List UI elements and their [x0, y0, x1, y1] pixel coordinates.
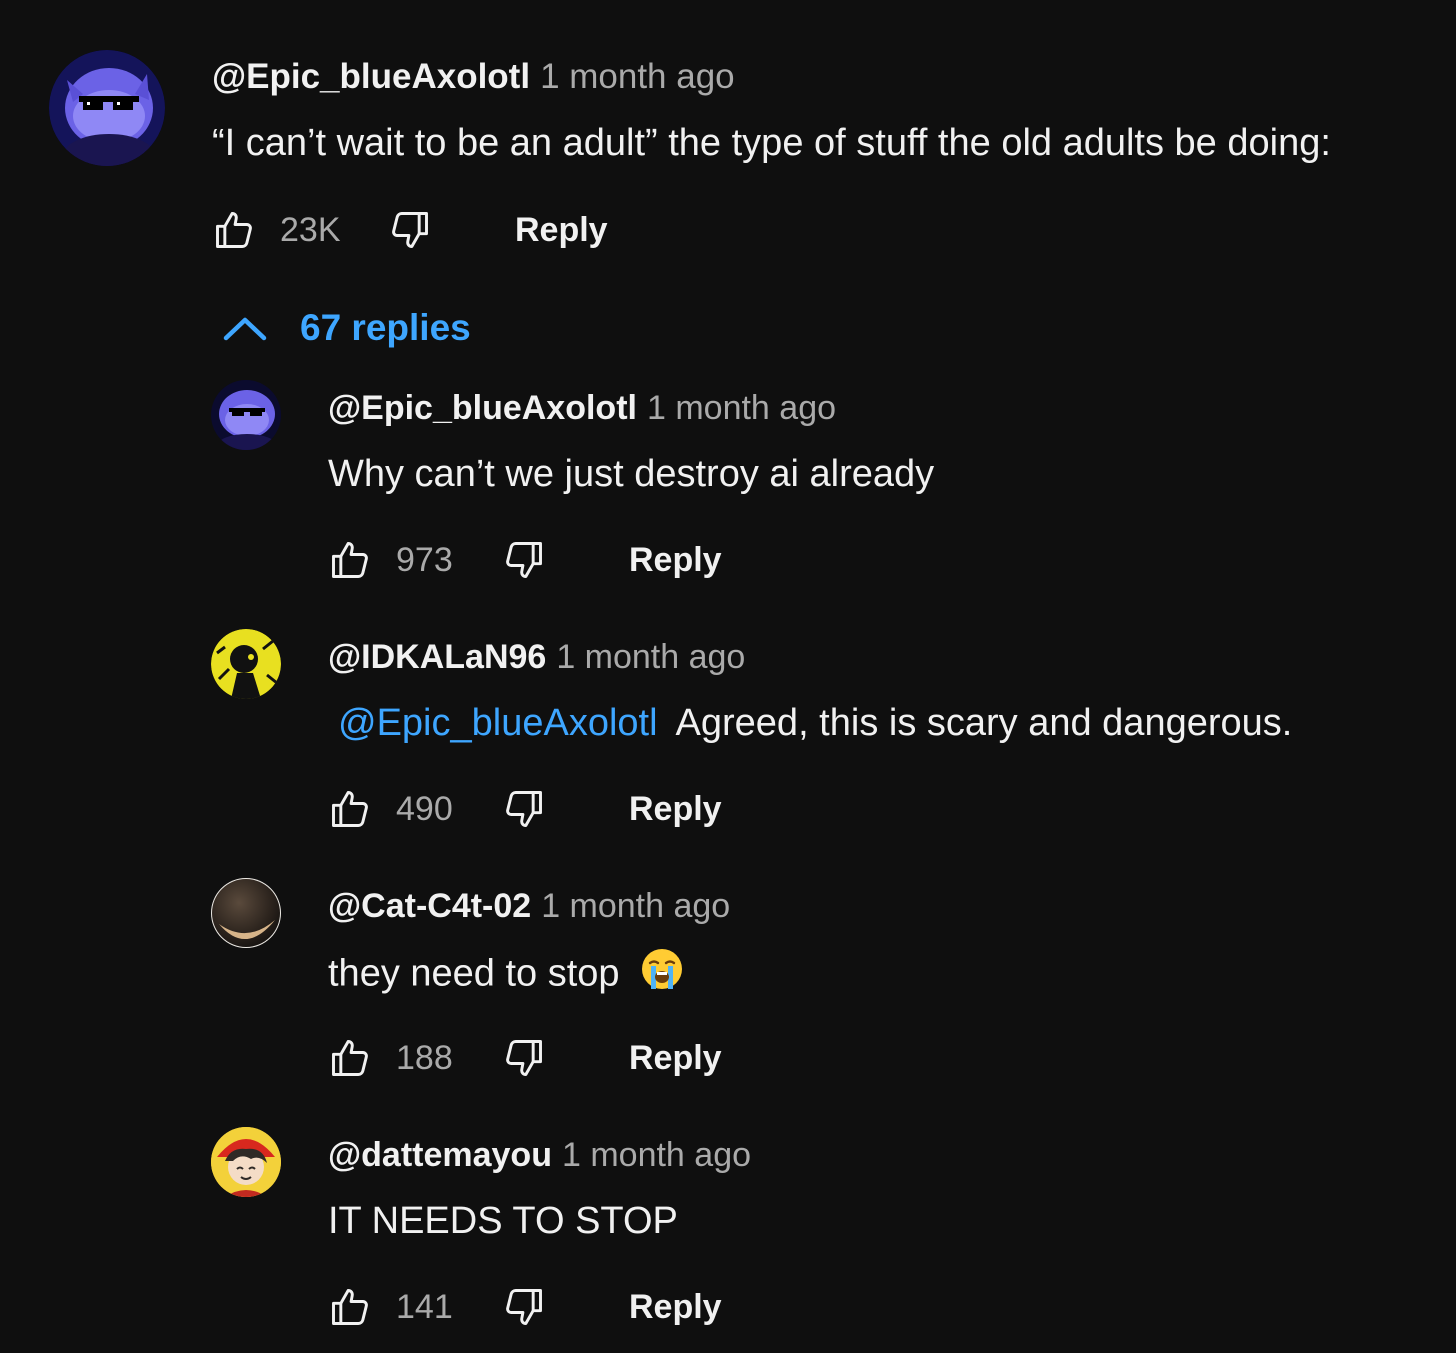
like-button[interactable]	[328, 1282, 372, 1332]
reply-timestamp[interactable]: 1 month ago	[541, 887, 730, 925]
reply-author[interactable]: @Cat-C4t-02	[328, 887, 531, 925]
reply-header: @IDKALaN96 1 month ago	[328, 634, 745, 680]
like-button[interactable]	[328, 535, 372, 585]
dislike-button[interactable]	[502, 784, 546, 834]
thumbs-down-icon	[506, 791, 542, 827]
dislike-button[interactable]	[388, 205, 432, 255]
like-button[interactable]	[212, 205, 256, 255]
thumbs-up-icon	[332, 1289, 368, 1325]
comment-author[interactable]: @Epic_blueAxolotl	[212, 57, 530, 96]
reply-timestamp[interactable]: 1 month ago	[556, 638, 745, 676]
avatar-idkalan96[interactable]	[211, 629, 281, 699]
reply-header: @Epic_blueAxolotl 1 month ago	[328, 385, 836, 431]
reply-text-line: @Epic_blueAxolotl Agreed, this is scary a…	[328, 698, 1292, 748]
avatar-cat-c4t-02[interactable]	[211, 878, 281, 948]
avatar-dattemayou[interactable]	[211, 1127, 281, 1197]
reply-author[interactable]: @dattemayou	[328, 1136, 552, 1174]
reply-button[interactable]: Reply	[629, 784, 722, 834]
thumbs-up-icon	[332, 1040, 368, 1076]
avatar-epic-blueaxolotl[interactable]	[211, 380, 281, 450]
thumbs-down-icon	[506, 1289, 542, 1325]
reply-timestamp[interactable]: 1 month ago	[562, 1136, 751, 1174]
chevron-up-icon	[223, 317, 267, 341]
like-count: 973	[396, 540, 453, 579]
reply-button[interactable]: Reply	[515, 205, 608, 255]
reply-author[interactable]: @IDKALaN96	[328, 638, 546, 676]
thumbs-down-icon	[506, 1040, 542, 1076]
dislike-button[interactable]	[502, 1033, 546, 1083]
replies-count-label: 67 replies	[300, 307, 471, 348]
reply-button[interactable]: Reply	[629, 1033, 722, 1083]
thumbs-up-icon	[332, 542, 368, 578]
reply-header: @dattemayou 1 month ago	[328, 1132, 751, 1178]
reply-text: Why can’t we just destroy ai already	[328, 453, 935, 495]
reply-text: IT NEEDS TO STOP	[328, 1200, 678, 1242]
comment-header: @Epic_blueAxolotl 1 month ago	[212, 54, 735, 100]
reply-author[interactable]: @Epic_blueAxolotl	[328, 389, 637, 427]
comment-timestamp[interactable]: 1 month ago	[540, 57, 735, 96]
thumbs-up-icon	[332, 791, 368, 827]
loudly-crying-face-icon	[640, 947, 684, 1004]
replies-toggle-button[interactable]: 67 replies	[222, 300, 471, 356]
thumbs-down-icon	[392, 212, 428, 248]
thumbs-down-icon	[506, 542, 542, 578]
like-count: 490	[396, 789, 453, 828]
reply-text: Agreed, this is scary and dangerous.	[675, 702, 1293, 744]
dislike-button[interactable]	[502, 535, 546, 585]
reply-text-line: they need to stop	[328, 947, 684, 1004]
reply-timestamp[interactable]: 1 month ago	[647, 389, 836, 427]
reply-button[interactable]: Reply	[629, 1282, 722, 1332]
like-count: 141	[396, 1287, 453, 1326]
avatar-epic-blueaxolotl[interactable]	[49, 50, 165, 166]
like-button[interactable]	[328, 784, 372, 834]
reply-button[interactable]: Reply	[629, 535, 722, 585]
reply-header: @Cat-C4t-02 1 month ago	[328, 883, 730, 929]
comment-text: “I can’t wait to be an adult” the type o…	[212, 122, 1331, 164]
thumbs-up-icon	[216, 212, 252, 248]
mention-link[interactable]: @Epic_blueAxolotl	[338, 702, 658, 744]
reply-text: they need to stop	[328, 952, 620, 995]
like-count: 188	[396, 1038, 453, 1077]
like-button[interactable]	[328, 1033, 372, 1083]
dislike-button[interactable]	[502, 1282, 546, 1332]
like-count: 23K	[280, 210, 341, 249]
